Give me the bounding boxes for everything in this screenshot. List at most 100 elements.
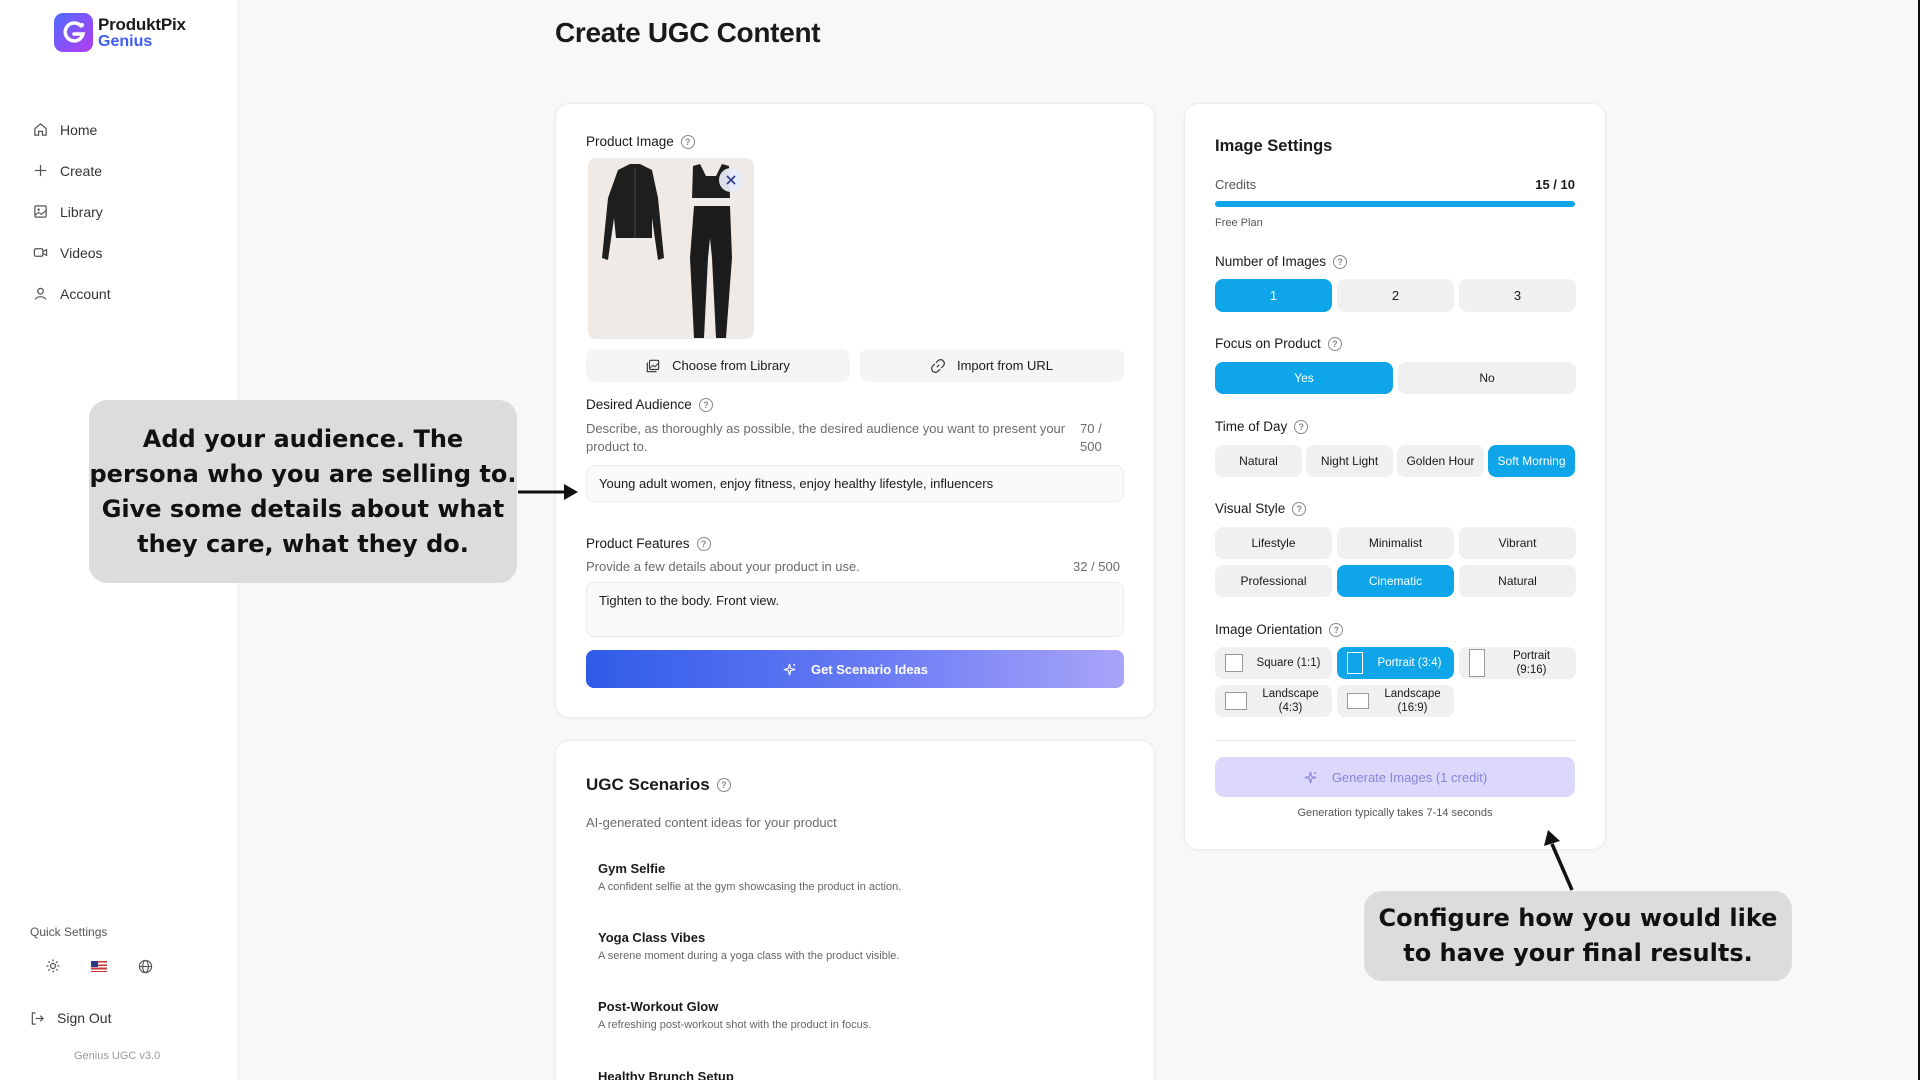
logout-icon — [31, 1011, 44, 1025]
focus-option-yes[interactable]: Yes — [1215, 362, 1393, 394]
close-icon — [726, 175, 736, 185]
sign-out-button[interactable]: Sign Out — [30, 1010, 111, 1026]
sign-out-label: Sign Out — [57, 1010, 112, 1026]
credits-label: Credits — [1215, 177, 1257, 192]
globe-icon[interactable] — [137, 958, 153, 974]
orientation-option-portrait-9-16[interactable]: Portrait (9:16) — [1459, 647, 1576, 679]
square-shape-icon — [1225, 654, 1243, 672]
scenario-item[interactable]: Gym Selfie A confident selfie at the gym… — [598, 861, 901, 893]
settings-callout: Configure how you would like to have you… — [1364, 891, 1792, 981]
audience-char-count: 70 / 500 — [1080, 420, 1102, 456]
help-icon[interactable]: ? — [696, 536, 711, 551]
sidebar-item-label: Library — [60, 203, 103, 220]
num-images-option-1[interactable]: 1 — [1215, 279, 1332, 312]
style-option-natural[interactable]: Natural — [1459, 565, 1576, 597]
orientation-option-square[interactable]: Square (1:1) — [1215, 647, 1332, 679]
sidebar-item-label: Home — [60, 121, 98, 138]
callout-line: Add your audience. The — [142, 424, 464, 453]
help-icon[interactable]: ? — [716, 778, 731, 792]
choose-from-library-label: Choose from Library — [672, 358, 790, 373]
audience-input[interactable]: Young adult women, enjoy fitness, enjoy … — [586, 465, 1124, 502]
help-icon[interactable]: ? — [698, 397, 713, 412]
time-of-day-label: Time of Day? — [1215, 419, 1309, 434]
sparkle-icon — [1304, 771, 1317, 783]
style-option-professional[interactable]: Professional — [1215, 565, 1332, 597]
desired-audience-label-text: Desired Audience — [586, 397, 692, 412]
style-option-minimalist[interactable]: Minimalist — [1337, 527, 1454, 559]
sidebar-nav: Home Create Library Videos Account — [33, 109, 111, 314]
visual-style-label-text: Visual Style — [1215, 501, 1286, 516]
orientation-label-line: Portrait — [1512, 650, 1551, 662]
theme-toggle-icon[interactable] — [45, 958, 61, 974]
scenario-item[interactable]: Post-Workout Glow A refreshing post-work… — [598, 999, 871, 1031]
scenario-title: Gym Selfie — [598, 861, 666, 876]
features-char-count: 32 / 500 — [1073, 559, 1120, 574]
features-input[interactable]: Tighten to the body. Front view. — [586, 582, 1124, 637]
help-icon[interactable]: ? — [680, 134, 695, 149]
focus-on-product-label-text: Focus on Product — [1215, 336, 1321, 351]
orientation-option-portrait-3-4[interactable]: Portrait (3:4) — [1337, 647, 1454, 679]
features-hint: Provide a few details about your product… — [586, 559, 860, 574]
focus-on-product-label: Focus on Product? — [1215, 336, 1342, 351]
product-image-label-text: Product Image — [586, 134, 674, 149]
time-option-night-light[interactable]: Night Light — [1306, 445, 1393, 477]
remove-image-button[interactable] — [719, 168, 743, 192]
sidebar-item-home[interactable]: Home — [33, 109, 111, 150]
quick-settings-label: Quick Settings — [30, 925, 108, 939]
scenario-item[interactable]: Healthy Brunch Setup — [598, 1069, 734, 1080]
time-option-natural[interactable]: Natural — [1215, 445, 1302, 477]
orientation-option-landscape-16-9[interactable]: Landscape (16:9) — [1337, 685, 1454, 717]
image-icon — [34, 205, 47, 218]
scenario-desc: A serene moment during a yoga class with… — [598, 950, 900, 962]
number-of-images-label: Number of Images? — [1215, 254, 1348, 269]
generate-images-button[interactable]: Generate Images (1 credit) — [1215, 757, 1575, 797]
time-option-soft-morning[interactable]: Soft Morning — [1488, 445, 1575, 477]
sidebar-item-account[interactable]: Account — [33, 273, 111, 314]
get-scenario-ideas-button[interactable]: Get Scenario Ideas — [586, 650, 1124, 688]
style-option-vibrant[interactable]: Vibrant — [1459, 527, 1576, 559]
page-title: Create UGC Content — [555, 17, 821, 48]
scenario-desc: A refreshing post-workout shot with the … — [598, 1019, 872, 1031]
settings-arrow — [1544, 830, 1574, 891]
style-option-lifestyle[interactable]: Lifestyle — [1215, 527, 1332, 559]
orientation-option-landscape-4-3[interactable]: Landscape (4:3) — [1215, 685, 1332, 717]
sidebar-item-library[interactable]: Library — [33, 191, 111, 232]
home-icon — [34, 123, 47, 136]
help-icon[interactable]: ? — [1329, 622, 1344, 637]
sidebar-item-create[interactable]: Create — [33, 150, 111, 191]
scenarios-title: UGC Scenarios ? — [586, 775, 731, 795]
us-flag-icon[interactable] — [91, 958, 107, 974]
orientation-label: Square (1:1) — [1256, 657, 1321, 669]
choose-from-library-button[interactable]: Choose from Library — [586, 349, 850, 382]
divider — [1215, 740, 1575, 741]
scenario-title: Yoga Class Vibes — [598, 930, 706, 945]
audience-hint: Describe, as thoroughly as possible, the… — [586, 421, 1066, 454]
sidebar-item-videos[interactable]: Videos — [33, 232, 111, 273]
num-images-option-3[interactable]: 3 — [1459, 279, 1576, 312]
time-option-golden-hour[interactable]: Golden Hour — [1397, 445, 1484, 477]
orientation-label-line: (16:9) — [1397, 702, 1428, 714]
focus-option-no[interactable]: No — [1398, 362, 1576, 394]
import-from-url-label: Import from URL — [956, 358, 1054, 373]
generate-images-label: Generate Images (1 credit) — [1331, 769, 1488, 785]
help-icon[interactable]: ? — [1292, 501, 1307, 516]
scenarios-card: UGC Scenarios ? AI-generated content ide… — [555, 740, 1155, 1080]
import-from-url-button[interactable]: Import from URL — [860, 349, 1124, 382]
credits-progress-fill — [1215, 201, 1575, 207]
app-logo[interactable]: ProduktPix Genius — [54, 13, 186, 52]
scenario-desc: A confident selfie at the gym showcasing… — [598, 881, 902, 893]
credits-value: 15 / 10 — [1535, 177, 1575, 192]
sidebar-item-label: Create — [60, 162, 103, 179]
number-of-images-label-text: Number of Images — [1215, 254, 1327, 269]
product-image-thumbnail — [588, 158, 754, 339]
help-icon[interactable]: ? — [1327, 336, 1342, 351]
scenarios-subtitle: AI-generated content ideas for your prod… — [586, 815, 837, 830]
callout-line: persona who you are selling to. — [89, 459, 517, 488]
num-images-option-2[interactable]: 2 — [1337, 279, 1454, 312]
desired-audience-label: Desired Audience ? — [586, 397, 713, 412]
style-option-cinematic[interactable]: Cinematic — [1337, 565, 1454, 597]
scenario-item[interactable]: Yoga Class Vibes A serene moment during … — [598, 930, 899, 962]
audience-char-count-bottom: 500 — [1080, 439, 1102, 454]
help-icon[interactable]: ? — [1294, 419, 1309, 434]
help-icon[interactable]: ? — [1333, 254, 1348, 269]
